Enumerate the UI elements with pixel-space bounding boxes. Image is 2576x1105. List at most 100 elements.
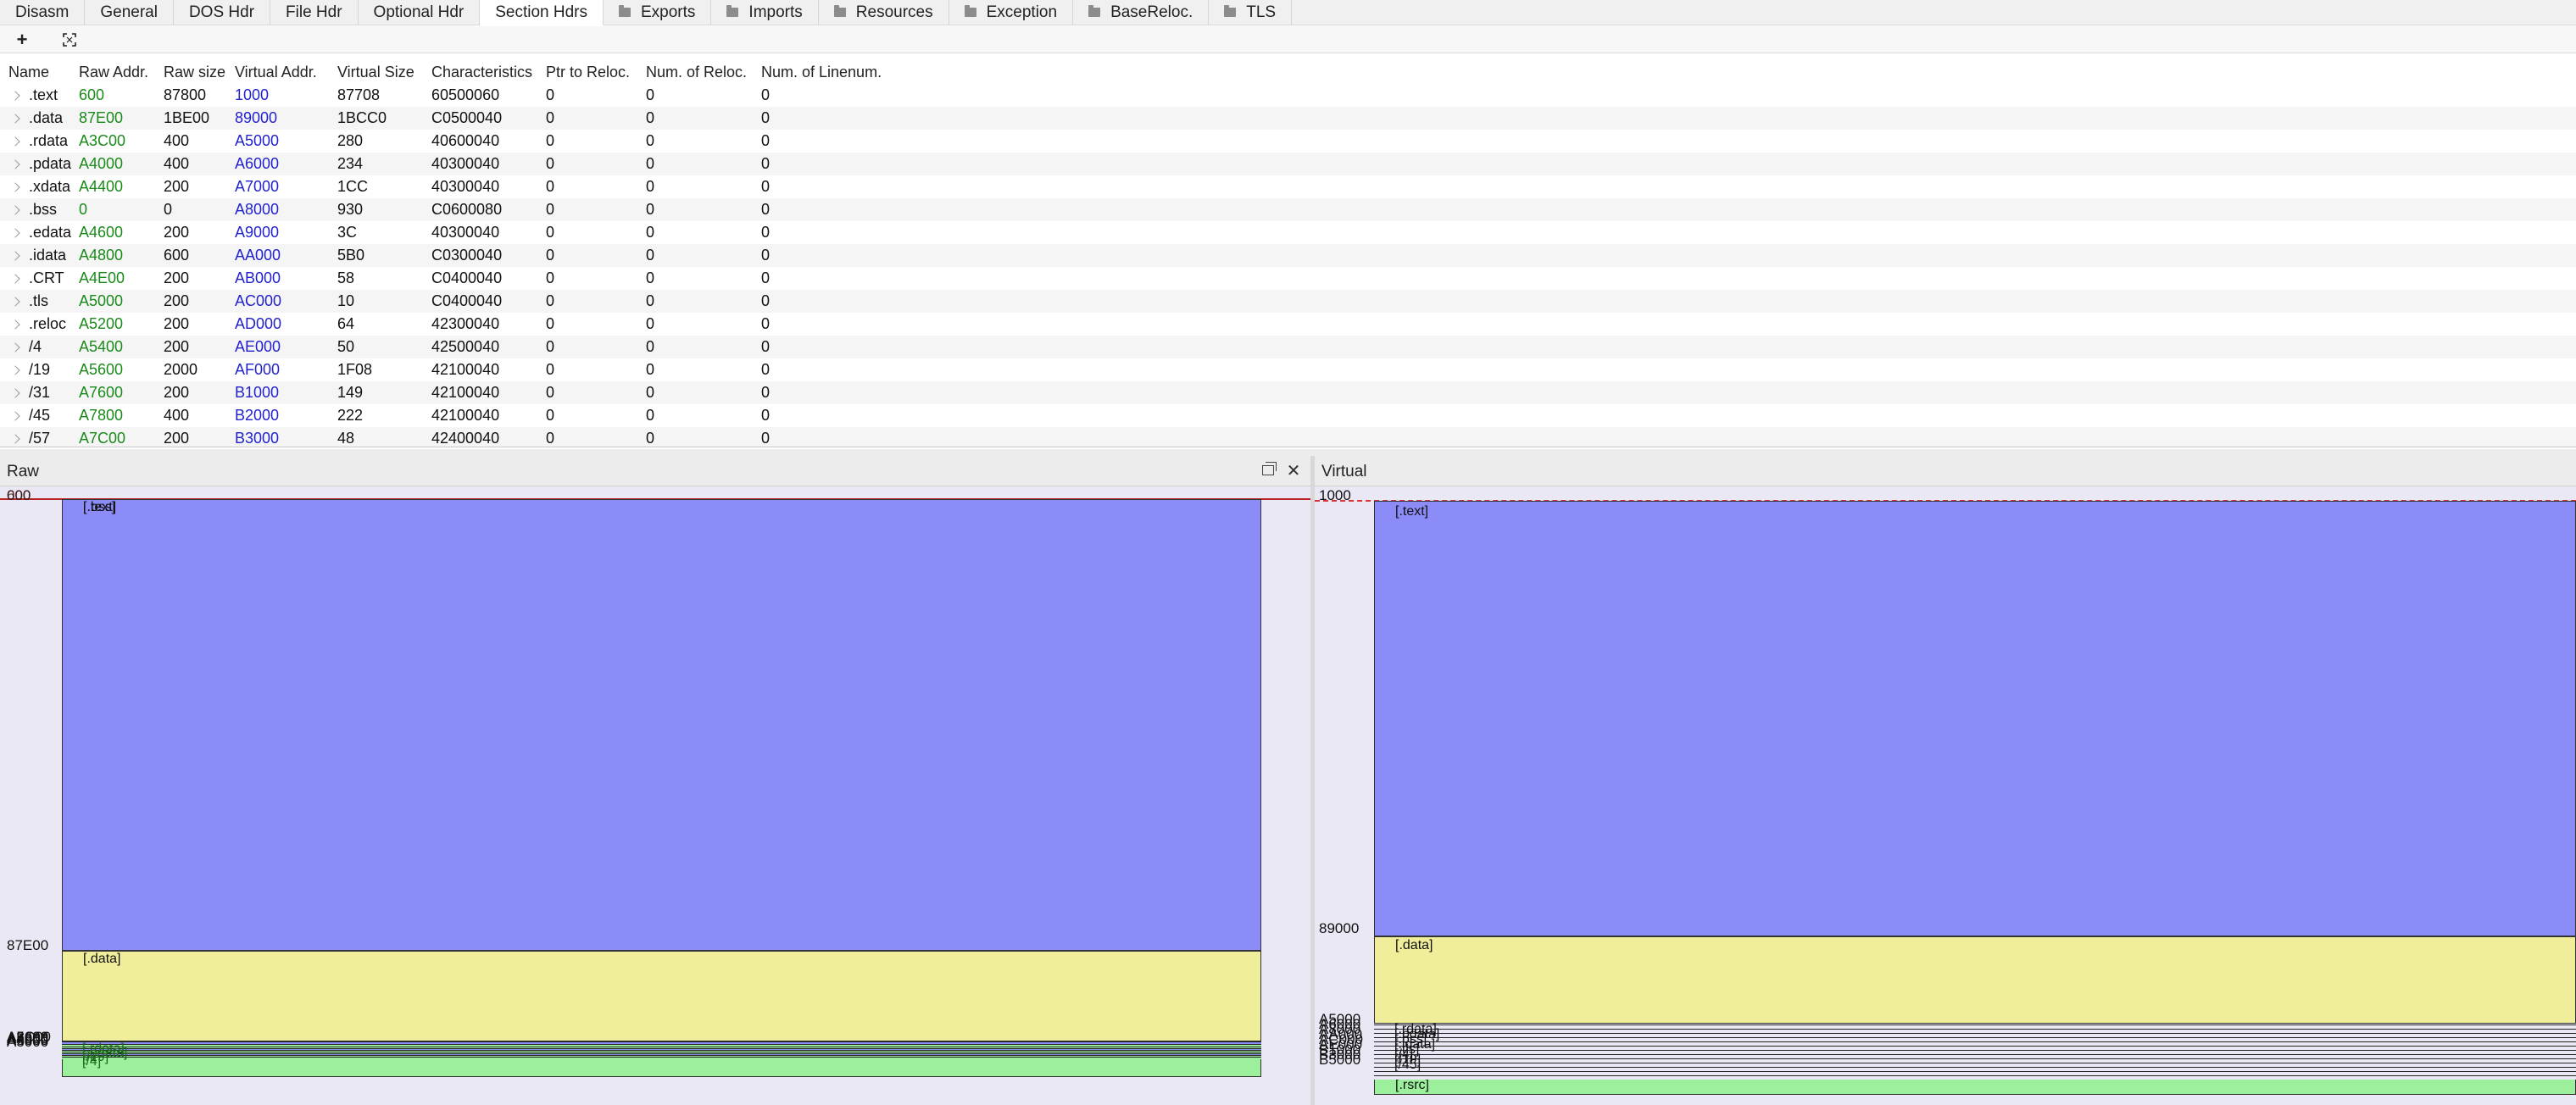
col-header-virtual-size[interactable]: Virtual Size (337, 64, 414, 81)
restore-window-icon (1262, 462, 1277, 475)
cell-ptr-to-reloc: 0 (546, 315, 555, 332)
chevron-right-icon[interactable] (10, 342, 20, 353)
tab-exports[interactable]: Exports (604, 0, 712, 25)
tab-disasm[interactable]: Disasm (0, 0, 86, 25)
col-header-raw-size[interactable]: Raw size (164, 64, 225, 81)
chevron-right-icon[interactable] (10, 159, 20, 169)
section-name: .text (29, 86, 58, 103)
table-row[interactable]: /45 A7800 400 B2000 222 42100040 0 0 0 (0, 404, 2576, 427)
col-header-num-reloc[interactable]: Num. of Reloc. (646, 64, 747, 81)
cell-raw-addr: A4800 (79, 247, 124, 264)
tab-bar: Disasm General DOS Hdr File Hdr Optional Hdr… (0, 0, 2576, 25)
close-pane-button[interactable]: ✕ (1284, 461, 1303, 480)
virtual-text-section[interactable]: [.text] (1374, 501, 2576, 936)
cell-virtual-size: 1CC (337, 178, 369, 195)
tab-optional-hdr[interactable]: Optional Hdr (359, 0, 481, 25)
cell-virtual-size: 87708 (337, 86, 381, 103)
col-header-num-linenum[interactable]: Num. of Linenum. (761, 64, 882, 81)
col-header-raw-addr[interactable]: Raw Addr. (79, 64, 148, 81)
chevron-right-icon[interactable] (10, 297, 20, 307)
cell-raw-addr: A5400 (79, 338, 124, 355)
table-row[interactable]: .data 87E00 1BE00 89000 1BCC0 C0500040 0 0 0 (0, 107, 2576, 130)
raw-small-section[interactable] (62, 1057, 1261, 1059)
add-button[interactable]: + (10, 28, 34, 52)
virtual-section-label: [/45] (1394, 1058, 1422, 1072)
chevron-right-icon[interactable] (10, 182, 20, 192)
virtual-small-section[interactable] (1374, 1075, 2576, 1080)
cell-virtual-addr: AB000 (235, 269, 281, 286)
col-header-characteristics[interactable]: Characteristics (431, 64, 532, 81)
cell-num-linenum: 0 (761, 430, 771, 447)
table-row[interactable]: .tls A5000 200 AC000 10 C0400040 0 0 0 (0, 290, 2576, 313)
cell-ptr-to-reloc: 0 (546, 178, 555, 195)
table-row[interactable]: .CRT A4E00 200 AB000 58 C0400040 0 0 0 (0, 267, 2576, 290)
table-row[interactable]: .rdata A3C00 400 A5000 280 40600040 0 0 0 (0, 130, 2576, 153)
cell-virtual-addr: AA000 (235, 247, 281, 264)
table-row[interactable]: .text 600 87800 1000 87708 60500060 0 0 0 (0, 84, 2576, 107)
cell-characteristics: 40300040 (431, 155, 500, 172)
chevron-right-icon[interactable] (10, 411, 20, 421)
virtual-section-addr: B5000 (1319, 1052, 1361, 1068)
tab-file-hdr[interactable]: File Hdr (270, 0, 359, 25)
chevron-right-icon[interactable] (10, 434, 20, 444)
col-header-ptr-to-reloc[interactable]: Ptr to Reloc. (546, 64, 630, 81)
splitter[interactable] (0, 449, 2576, 456)
table-row[interactable]: /4 A5400 200 AE000 50 42500040 0 0 0 (0, 336, 2576, 358)
cell-virtual-size: 5B0 (337, 247, 365, 264)
tab-basereloc[interactable]: BaseReloc. (1073, 0, 1210, 25)
cell-raw-addr: A4400 (79, 178, 124, 195)
cell-virtual-size: 1BCC0 (337, 109, 387, 126)
tab-resources[interactable]: Resources (819, 0, 949, 25)
chevron-right-icon[interactable] (10, 388, 20, 398)
chevron-right-icon[interactable] (10, 136, 20, 147)
cell-num-linenum: 0 (761, 361, 771, 378)
table-row[interactable]: .reloc A5200 200 AD000 64 42300040 0 0 0 (0, 313, 2576, 336)
table-row[interactable]: /19 A5600 2000 AF000 1F08 42100040 0 0 0 (0, 358, 2576, 381)
virtual-data-section[interactable]: [.data] (1374, 936, 2576, 1024)
raw-section-addr: A8000 (7, 1032, 49, 1048)
raw-data-section[interactable]: [.data] (62, 951, 1261, 1041)
chevron-right-icon[interactable] (10, 205, 20, 215)
cell-raw-size: 400 (164, 132, 190, 149)
chevron-right-icon[interactable] (10, 319, 20, 330)
table-row[interactable]: /31 A7600 200 B1000 149 42100040 0 0 0 (0, 381, 2576, 404)
chevron-right-icon[interactable] (10, 228, 20, 238)
cell-name: .xdata (10, 178, 70, 196)
chevron-right-icon[interactable] (10, 365, 20, 375)
cell-name: .tls (10, 292, 48, 310)
table-row[interactable]: .xdata A4400 200 A7000 1CC 40300040 0 0 0 (0, 175, 2576, 198)
tab-exception[interactable]: Exception (949, 0, 1074, 25)
raw-text-section[interactable]: [.text] [.bss] (62, 499, 1261, 951)
tab-general[interactable]: General (85, 0, 174, 25)
cell-name: .CRT (10, 269, 64, 287)
table-row[interactable]: /57 A7C00 200 B3000 48 42400040 0 0 0 (0, 427, 2576, 447)
cell-ptr-to-reloc: 0 (546, 109, 555, 126)
chevron-right-icon[interactable] (10, 274, 20, 284)
chevron-right-icon[interactable] (10, 114, 20, 124)
cell-num-reloc: 0 (646, 407, 655, 424)
cell-raw-addr: 0 (79, 201, 88, 218)
tab-tls[interactable]: TLS (1209, 0, 1293, 25)
fit-view-button[interactable] (58, 28, 81, 52)
col-header-virtual-addr[interactable]: Virtual Addr. (235, 64, 317, 81)
table-row[interactable]: .edata A4600 200 A9000 3C 40300040 0 0 0 (0, 221, 2576, 244)
folder-icon (726, 4, 739, 17)
table-row[interactable]: .bss 0 0 A8000 930 C0600080 0 0 0 (0, 198, 2576, 221)
tab-section-hdrs[interactable]: Section Hdrs (480, 0, 604, 25)
cell-raw-addr: A4E00 (79, 269, 125, 286)
table-header-row: Name Raw Addr. Raw size Virtual Addr. Vi… (0, 61, 2576, 84)
table-row[interactable]: .pdata A4000 400 A6000 234 40300040 0 0 0 (0, 153, 2576, 175)
col-header-name[interactable]: Name (8, 64, 49, 81)
cell-ptr-to-reloc: 0 (546, 224, 555, 241)
folder-icon (833, 4, 846, 17)
restore-window-button[interactable] (1259, 461, 1277, 480)
chevron-right-icon[interactable] (10, 251, 20, 261)
cell-raw-size: 200 (164, 178, 190, 195)
table-row[interactable]: .idata A4800 600 AA000 5B0 C0300040 0 0 0 (0, 244, 2576, 267)
cell-virtual-addr: 89000 (235, 109, 278, 126)
raw-rsrc-section[interactable] (62, 1057, 1261, 1077)
cell-raw-addr: A3C00 (79, 132, 126, 149)
tab-dos-hdr[interactable]: DOS Hdr (174, 0, 271, 25)
tab-imports[interactable]: Imports (711, 0, 819, 25)
chevron-right-icon[interactable] (10, 91, 20, 101)
